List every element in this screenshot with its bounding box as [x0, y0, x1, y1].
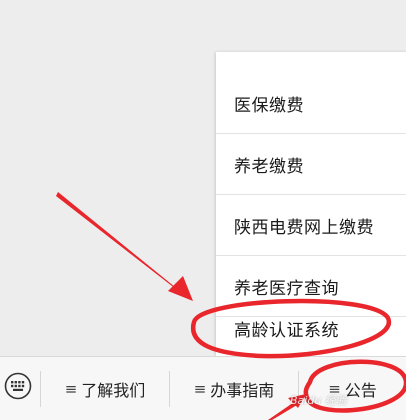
tab-announcement[interactable]: ≡ 公告 [299, 357, 406, 420]
tab-label: 办事指南 [210, 381, 275, 400]
menu-item-label: 高龄认证系统 [234, 320, 339, 341]
menu-item-electricity-payment[interactable]: 陕西电费网上缴费 [216, 196, 406, 256]
menu-item-label: 医保缴费 [234, 96, 304, 116]
tab-label: 了解我们 [81, 381, 146, 400]
keyboard-icon [4, 372, 32, 400]
menu-item-pension-payment[interactable]: 养老缴费 [216, 135, 406, 195]
tab-label: 公告 [344, 381, 377, 400]
watermark-text: Baidu 经验 [290, 394, 347, 407]
keyboard-toggle-button[interactable] [0, 357, 36, 420]
menu-item-medical-insurance-payment[interactable]: 医保缴费 [216, 74, 406, 134]
menu-item-label: 养老医疗查询 [234, 279, 339, 299]
tab-about-us[interactable]: ≡ 了解我们 [41, 357, 169, 420]
menu-item-label: 陕西电费网上缴费 [234, 218, 374, 238]
menu-item-label: 养老缴费 [234, 157, 304, 177]
menu-lines-icon: ≡ [64, 380, 78, 398]
menu-lines-icon: ≡ [193, 380, 207, 398]
bottom-menu-bar: ≡ 了解我们 ≡ 办事指南 ≡ 公告 [0, 356, 406, 420]
service-popup-menu: 医保缴费 养老缴费 陕西电费网上缴费 养老医疗查询 高龄认证系统 [216, 52, 406, 356]
menu-item-senior-certification[interactable]: 高龄认证系统 [216, 298, 406, 358]
tab-service-guide[interactable]: ≡ 办事指南 [170, 357, 298, 420]
